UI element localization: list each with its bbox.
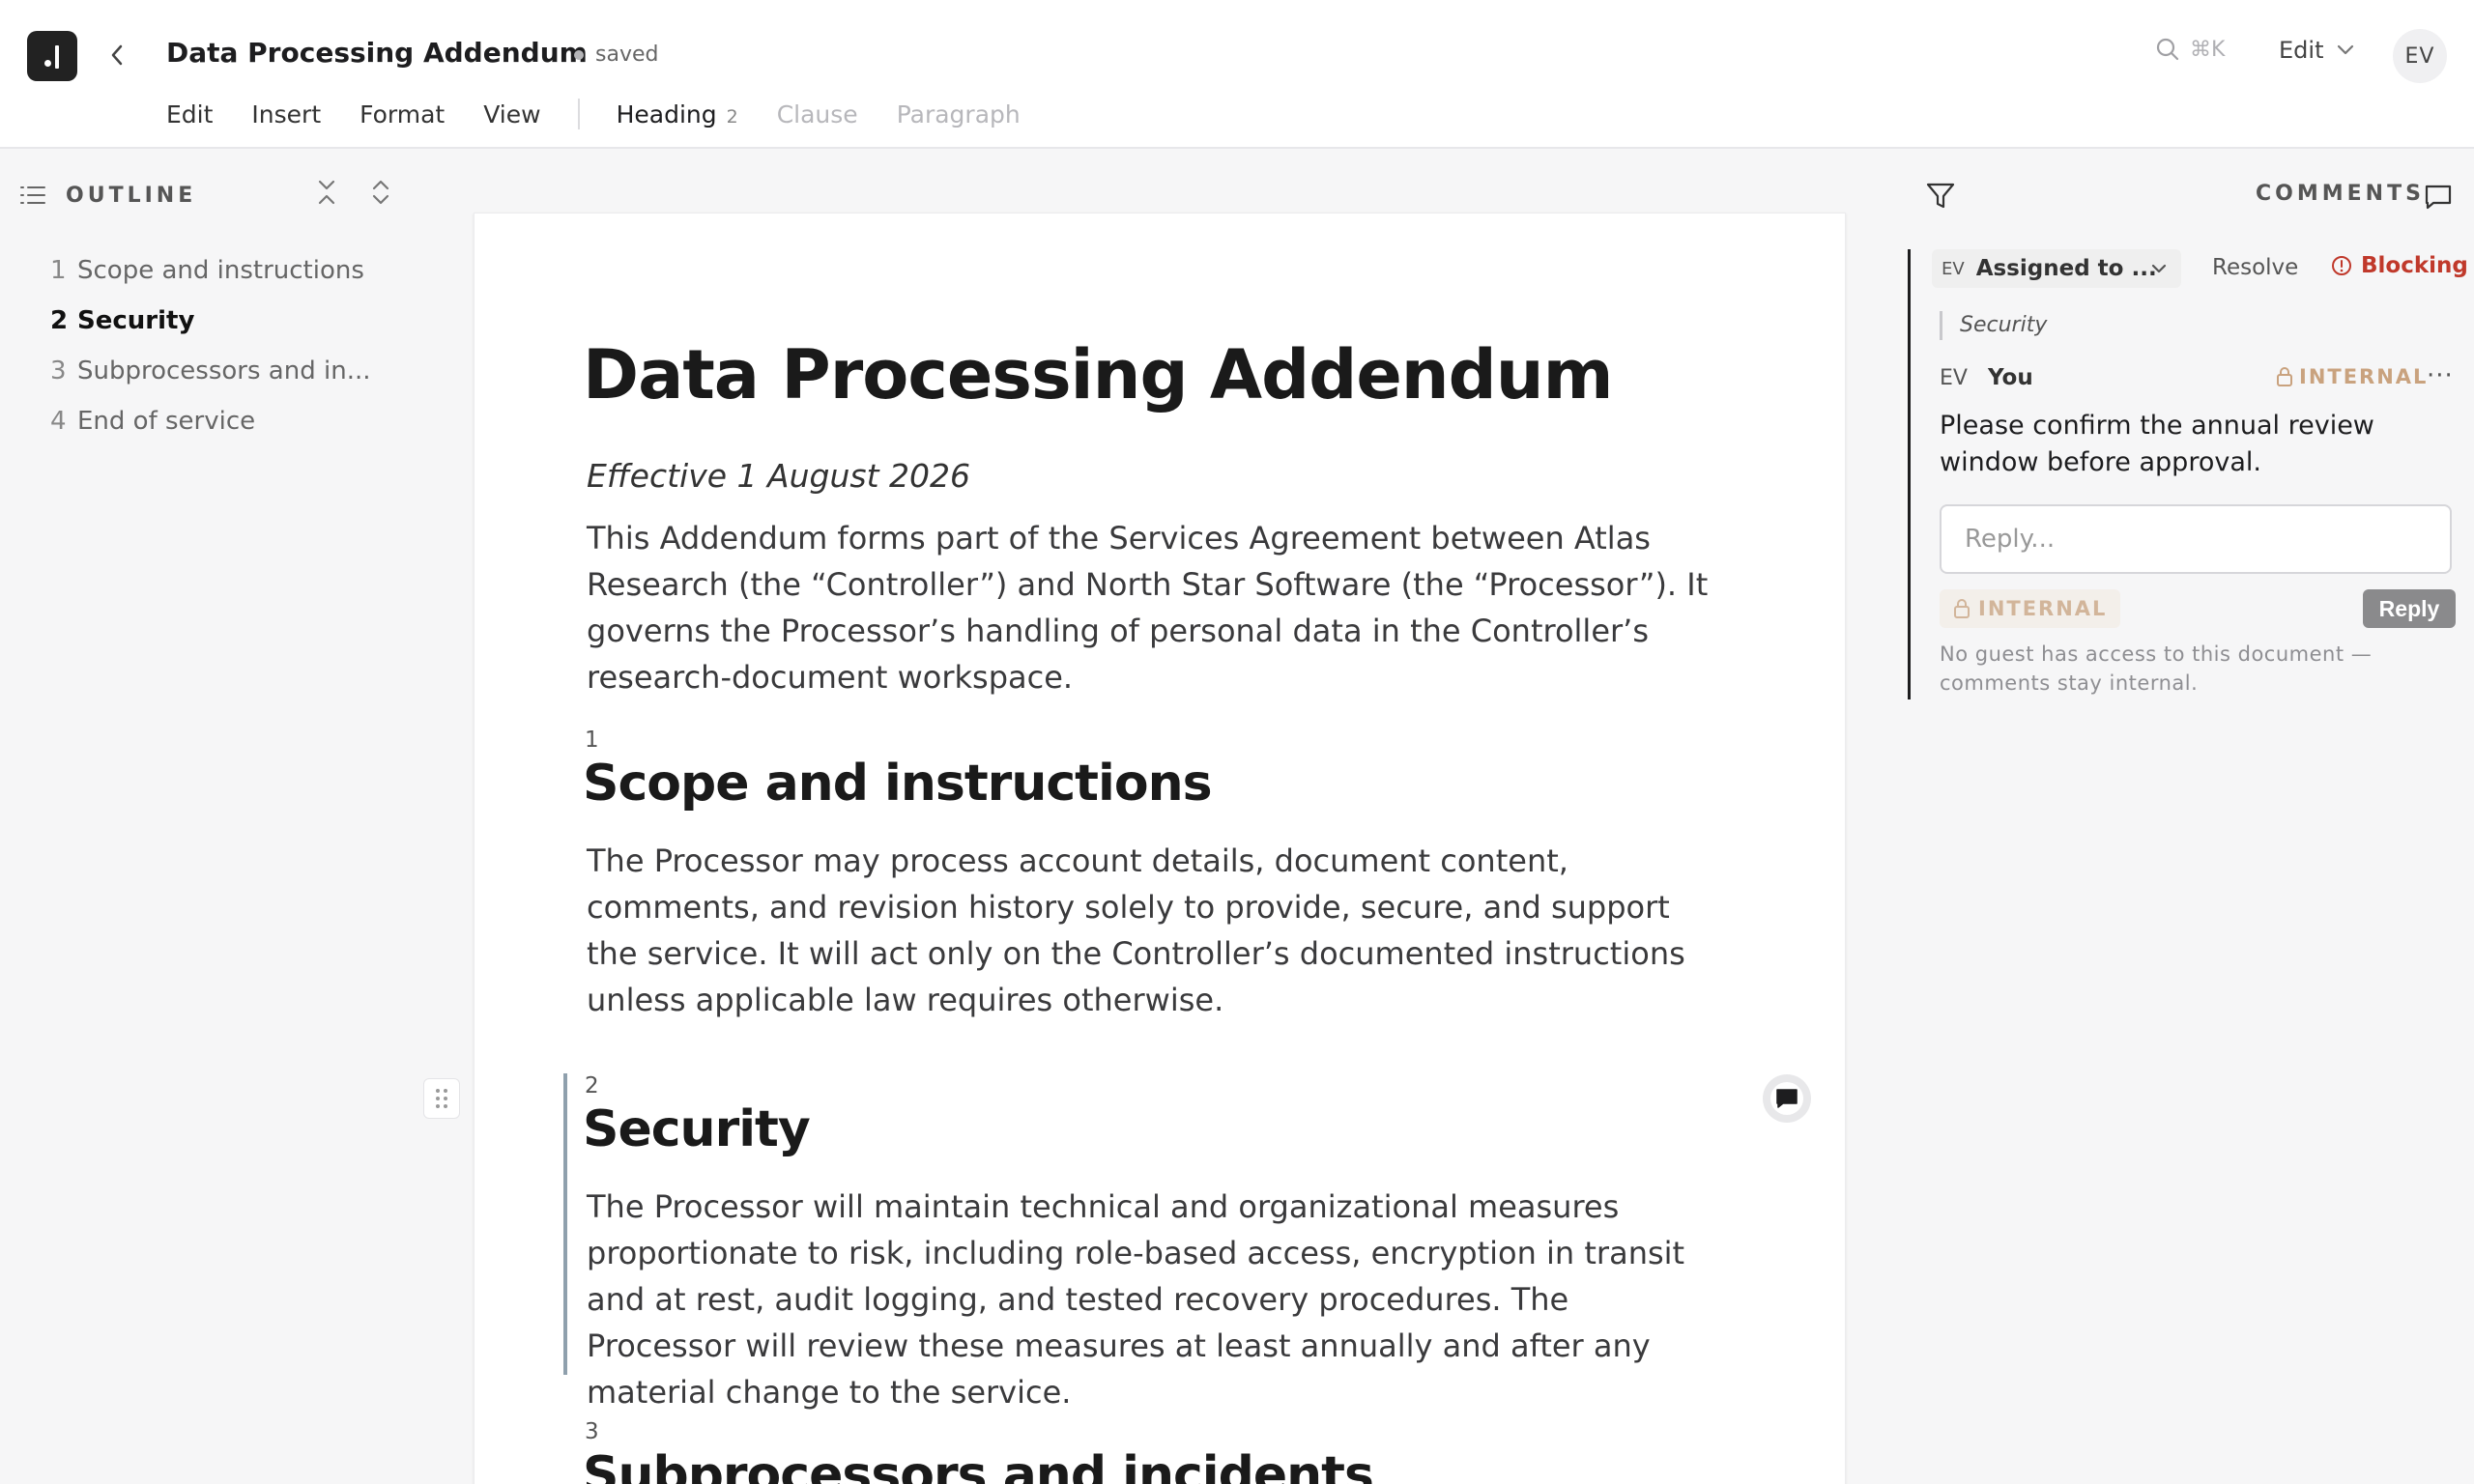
author-name: You <box>1988 365 2033 390</box>
top-bar: Data Processing Addendum saved ⌘K Edit E… <box>0 0 2474 149</box>
search-button[interactable]: ⌘K <box>2155 37 2225 62</box>
section-heading-security[interactable]: Security <box>583 1100 811 1158</box>
intro-paragraph[interactable]: This Addendum forms part of the Services… <box>587 515 1727 700</box>
reply-button[interactable]: Reply <box>2363 589 2456 628</box>
assignee-initials: EV <box>1942 258 1965 279</box>
filter-button[interactable] <box>1925 182 1956 214</box>
comment-marker[interactable] <box>1763 1074 1811 1123</box>
alert-circle-icon <box>2332 256 2351 275</box>
menu-divider <box>577 99 580 129</box>
outline-header: OUTLINE <box>19 178 406 213</box>
comment-thread: EV Assigned to ... Resolve Blocking Secu… <box>1908 249 2468 699</box>
expand-all-icon[interactable] <box>369 178 392 207</box>
blocking-label: Blocking <box>2361 253 2468 278</box>
document-page: Data Processing Addendum Effective 1 Aug… <box>474 213 1846 1484</box>
chevron-left-icon <box>111 44 123 66</box>
chevron-down-icon <box>2338 44 2354 55</box>
assign-label: Assigned to ... <box>1975 256 2157 281</box>
section-number: 3 <box>585 1419 599 1444</box>
block-type-clause[interactable]: Clause <box>777 100 858 128</box>
document-heading[interactable]: Data Processing Addendum <box>583 335 1614 414</box>
block-type-heading[interactable]: Heading 2 <box>617 100 738 128</box>
comments-title: COMMENTS <box>2256 182 2425 206</box>
lock-icon <box>1954 599 1970 618</box>
outline-item-scope[interactable]: 1 Scope and instructions <box>0 245 406 296</box>
outline-item-subprocessors[interactable]: 3 Subprocessors and in... <box>0 346 406 396</box>
filter-icon <box>1926 183 1955 209</box>
drag-handle[interactable] <box>423 1078 460 1119</box>
active-block-indicator <box>563 1073 567 1375</box>
quoted-anchor[interactable]: Security <box>1940 311 2047 340</box>
back-button[interactable] <box>101 37 133 73</box>
blocking-toggle[interactable]: Blocking <box>2330 253 2468 278</box>
comment-icon <box>2425 185 2452 210</box>
author-initials: EV <box>1940 365 1968 390</box>
status-dot <box>574 49 584 60</box>
comment-bubble-icon <box>1776 1089 1798 1108</box>
outline-item-end-of-service[interactable]: 4 End of service <box>0 396 406 446</box>
outline-list: 1 Scope and instructions 2 Security 3 Subpr… <box>0 245 406 446</box>
app-logo[interactable] <box>27 31 77 81</box>
more-options-icon[interactable]: ··· <box>2427 361 2454 390</box>
visibility-badge: INTERNAL <box>2276 365 2428 388</box>
save-status: saved <box>574 43 658 67</box>
menu-insert[interactable]: Insert <box>251 100 321 128</box>
reply-visibility-toggle[interactable]: INTERNAL <box>1940 589 2121 628</box>
search-shortcut: ⌘K <box>2190 37 2226 62</box>
save-status-label: saved <box>595 43 659 67</box>
mode-dropdown[interactable]: Edit <box>2279 37 2354 64</box>
collapse-all-icon[interactable] <box>315 178 338 207</box>
document-title[interactable]: Data Processing Addendum <box>166 37 588 69</box>
lock-icon <box>2277 367 2292 386</box>
heading-level: 2 <box>726 105 738 128</box>
section-number: 2 <box>585 1073 599 1099</box>
comments-header: COMMENTS <box>1913 178 2455 216</box>
chevron-down-icon <box>2151 264 2167 273</box>
menu-bar: Edit Insert Format View Heading 2 Clause … <box>166 97 1021 131</box>
section-heading-scope[interactable]: Scope and instructions <box>583 755 1213 813</box>
block-type-switcher: Heading 2 Clause Paragraph <box>617 100 1021 128</box>
reply-input[interactable] <box>1940 504 2452 574</box>
menu-view[interactable]: View <box>483 100 540 128</box>
guest-access-note: No guest has access to this document — c… <box>1940 642 2373 695</box>
list-icon <box>20 186 45 204</box>
block-type-paragraph[interactable]: Paragraph <box>897 100 1021 128</box>
comment-author: EV You INTERNAL ··· <box>1940 361 2453 394</box>
grip-icon <box>436 1089 447 1108</box>
comment-body: Please confirm the annual review window … <box>1940 411 2374 477</box>
effective-date[interactable]: Effective 1 August 2026 <box>587 457 970 495</box>
section-body-scope[interactable]: The Processor may process account detail… <box>587 838 1727 1023</box>
outline-item-security[interactable]: 2 Security <box>0 296 406 346</box>
menu-edit[interactable]: Edit <box>166 100 213 128</box>
mode-label: Edit <box>2279 37 2324 64</box>
comments-toggle[interactable] <box>2424 184 2453 214</box>
assign-dropdown[interactable]: EV Assigned to ... <box>1932 249 2181 288</box>
search-icon <box>2156 38 2179 61</box>
resolve-button[interactable]: Resolve <box>2212 255 2298 280</box>
section-number: 1 <box>585 728 599 753</box>
menu-format[interactable]: Format <box>360 100 445 128</box>
section-heading-subprocessors[interactable]: Subprocessors and incidents <box>583 1446 1374 1484</box>
outline-title: OUTLINE <box>66 183 197 208</box>
section-body-security[interactable]: The Processor will maintain technical an… <box>587 1184 1727 1415</box>
user-avatar[interactable]: EV <box>2393 29 2447 83</box>
